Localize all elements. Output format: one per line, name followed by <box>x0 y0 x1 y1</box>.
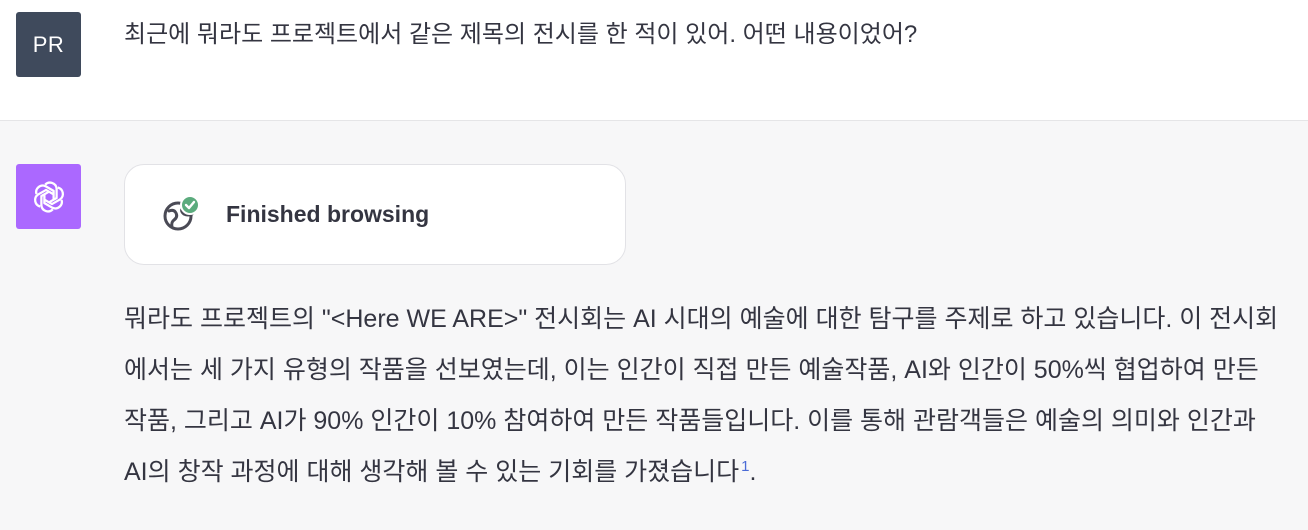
user-message-row: PR 최근에 뭐라도 프로젝트에서 같은 제목의 전시를 한 적이 있어. 어떤… <box>0 0 1308 121</box>
assistant-avatar <box>16 164 81 229</box>
assistant-message-row: Finished browsing 뭐라도 프로젝트의 "<Here WE AR… <box>0 121 1308 530</box>
user-avatar: PR <box>16 12 81 77</box>
openai-logo-icon <box>33 181 64 212</box>
answer-end: . <box>749 458 757 486</box>
browsing-status-card[interactable]: Finished browsing <box>124 164 626 265</box>
user-avatar-initials: PR <box>32 31 65 57</box>
answer-body: 뭐라도 프로젝트의 "<Here WE ARE>" 전시회는 AI 시대의 예술… <box>124 305 1279 486</box>
browsing-status-label: Finished browsing <box>226 201 430 227</box>
assistant-answer-text: 뭐라도 프로젝트의 "<Here WE ARE>" 전시회는 AI 시대의 예술… <box>124 294 1284 498</box>
user-message-text: 최근에 뭐라도 프로젝트에서 같은 제목의 전시를 한 적이 있어. 어떤 내용… <box>124 21 918 48</box>
globe-check-icon <box>161 195 201 235</box>
